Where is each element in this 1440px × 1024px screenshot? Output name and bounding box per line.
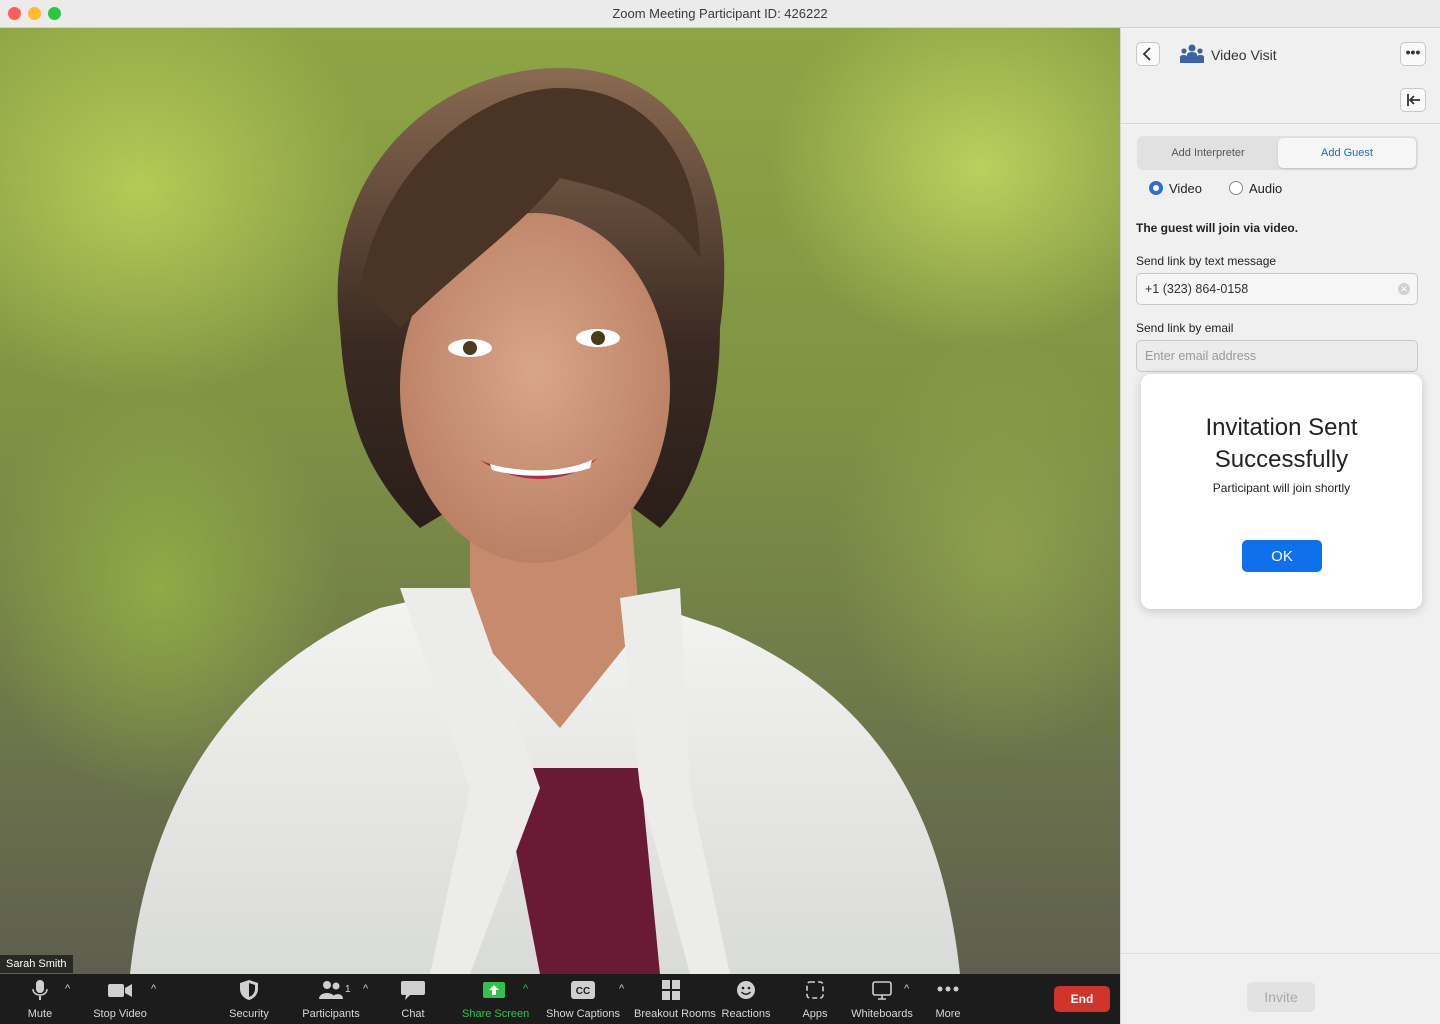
stop-video-label: Stop Video [93,1008,147,1020]
care-team-icon [1180,44,1204,63]
breakout-rooms-button[interactable]: Breakout Rooms [634,974,716,1024]
tab-add-guest[interactable]: Add Guest [1278,138,1416,168]
more-dots-icon [937,986,959,992]
more-button[interactable]: More [926,974,970,1024]
chat-bubble-icon [401,981,425,1000]
audio-options-caret-icon[interactable]: ^ [65,983,70,995]
microphone-icon [32,980,48,1000]
video-options-caret-icon[interactable]: ^ [151,983,156,995]
collapse-arrow-icon [1407,94,1420,106]
show-captions-label: Show Captions [546,1008,620,1020]
window-titlebar: Zoom Meeting Participant ID: 426222 [0,0,1440,28]
phone-number-value: +1 (323) 864-0158 [1145,282,1249,296]
whiteboard-icon [872,981,892,1000]
dialog-subtitle: Participant will join shortly [1212,481,1351,495]
chat-label: Chat [401,1008,425,1020]
share-screen-button[interactable]: Share Screen [462,974,530,1024]
participants-count: 1 [345,984,351,995]
dialog-title: Invitation Sent Successfully [1141,412,1422,476]
chevron-left-icon [1142,47,1151,61]
radio-unselected-icon [1229,181,1243,195]
reactions-button[interactable]: Reactions [720,974,772,1024]
apps-label: Apps [802,1008,828,1020]
apps-icon [806,981,824,999]
svg-text:CC: CC [576,986,590,997]
whiteboard-options-caret-icon[interactable]: ^ [904,983,909,995]
breakout-rooms-icon [662,980,680,1000]
panel-options-button[interactable]: ••• [1400,42,1426,66]
email-placeholder: Enter email address [1145,349,1257,363]
footer-divider [1121,953,1440,954]
ok-button[interactable]: OK [1242,540,1322,572]
apps-button[interactable]: Apps [795,974,835,1024]
video-camera-icon [108,984,132,997]
security-button[interactable]: Security [224,974,274,1024]
ellipsis-icon: ••• [1405,44,1421,60]
email-label: Send link by email [1136,321,1234,335]
dialog-title-line2: Successfully [1214,446,1349,473]
participants-icon [319,981,343,999]
radio-audio-label: Audio [1249,181,1283,196]
join-mode-hint: The guest will join via video. [1136,221,1299,235]
invite-button[interactable]: Invite [1247,982,1315,1012]
participants-button[interactable]: 1 Participants [300,974,362,1024]
sms-label: Send link by text message [1136,254,1277,268]
shield-icon [240,980,258,1000]
collapse-panel-button[interactable] [1400,88,1426,112]
end-meeting-button[interactable]: End [1054,986,1110,1012]
share-screen-icon [483,982,505,998]
participant-name-tag: Sarah Smith [0,955,73,973]
meeting-toolbar: Mute ^ Stop Video ^ Security 1 Participa… [0,974,1120,1024]
captions-options-caret-icon[interactable]: ^ [619,983,624,995]
radio-video[interactable]: Video [1149,181,1202,196]
stop-video-button[interactable]: Stop Video [90,974,150,1024]
chat-button[interactable]: Chat [388,974,438,1024]
reactions-label: Reactions [721,1008,771,1020]
radio-video-label: Video [1169,181,1203,196]
header-divider [1121,123,1440,124]
whiteboards-button[interactable]: Whiteboards [850,974,914,1024]
guest-type-tabs: Add Interpreter Add Guest [1137,136,1418,170]
breakout-rooms-label: Breakout Rooms [634,1008,716,1020]
back-button[interactable] [1136,42,1160,66]
smiley-icon [737,981,755,999]
dialog-title-line1: Invitation Sent [1205,414,1358,441]
phone-number-field[interactable]: +1 (323) 864-0158 ✕ [1136,273,1418,305]
more-label: More [935,1008,961,1020]
tab-add-interpreter[interactable]: Add Interpreter [1139,138,1277,168]
mute-button[interactable]: Mute [15,974,65,1024]
mute-label: Mute [27,1008,53,1020]
participant-portrait [130,68,960,974]
participants-label: Participants [302,1008,360,1020]
share-options-caret-icon[interactable]: ^ [523,983,528,995]
participants-options-caret-icon[interactable]: ^ [363,983,368,995]
whiteboards-label: Whiteboards [851,1008,913,1020]
show-captions-button[interactable]: CC Show Captions [546,974,620,1024]
panel-title: Video Visit [1211,47,1277,63]
share-screen-label: Share Screen [462,1008,530,1020]
closed-captions-icon: CC [571,981,595,999]
clear-field-icon[interactable]: ✕ [1398,283,1410,295]
radio-audio[interactable]: Audio [1229,181,1282,196]
window-title: Zoom Meeting Participant ID: 426222 [612,6,828,21]
invitation-sent-dialog: Invitation Sent Successfully Participant… [1141,374,1422,609]
participant-video: Sarah Smith [0,28,1120,974]
radio-selected-icon [1149,181,1163,195]
email-field[interactable]: Enter email address [1136,340,1418,372]
security-label: Security [229,1008,269,1020]
